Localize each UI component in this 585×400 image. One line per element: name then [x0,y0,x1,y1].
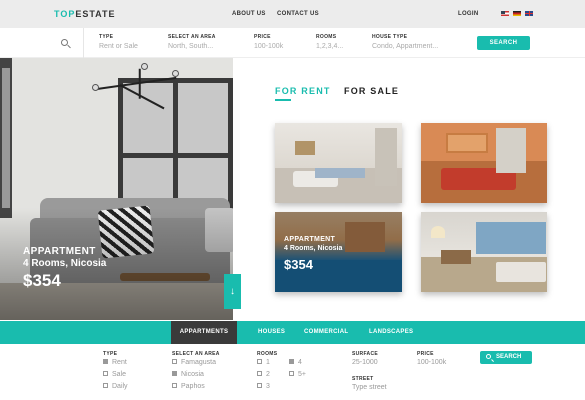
filter-type-option[interactable]: Sale [103,370,127,378]
nav-login-link[interactable]: LOGIN [458,11,479,17]
category-bar: APPARTMENTS HOUSES COMMERCIAL LANDSCAPES [0,321,585,344]
lamp-icon [141,63,148,70]
search-icon-container [44,28,84,58]
checkbox-icon [289,370,294,376]
filter-surface-input[interactable]: 25-1000 [352,359,378,366]
checkbox-icon [172,370,177,376]
search-field-rooms[interactable]: ROOMS 1,2,3,4... [316,34,343,50]
search-field-price[interactable]: PRICE 100-100k [254,34,283,50]
search-icon [61,39,68,46]
hero-title: APPARTMENT [23,246,96,257]
filter-rooms-option[interactable]: 2 [257,370,270,378]
checkbox-icon [289,358,294,364]
filter-option-label: 5+ [298,371,306,378]
filter-option-label: Paphos [181,383,205,390]
filter-area-option[interactable]: Famagusta [172,358,217,366]
hero-price: $354 [23,271,61,290]
scroll-down-button[interactable]: ↓ [224,274,241,309]
search-field-house-type[interactable]: HOUSE TYPE Condo, Appartment... [372,34,438,50]
listing-card[interactable] [421,212,547,292]
search-field-label: PRICE [254,34,271,40]
checkbox-icon [257,358,262,364]
filter-street-label: STREET [352,376,374,382]
category-commercial[interactable]: COMMERCIAL [304,321,348,344]
hero-photo-window-left [0,58,12,218]
category-landscapes[interactable]: LANDSCAPES [369,321,413,344]
search-field-value: Condo, Appartment... [372,43,439,50]
filter-option-label: 4 [298,359,302,366]
category-houses[interactable]: HOUSES [258,321,285,344]
filter-area-option[interactable]: Nicosia [172,370,204,378]
filter-type-option[interactable]: Daily [103,382,128,390]
filter-option-label: 3 [266,383,270,390]
logo[interactable]: TOPESTATE [54,9,116,19]
search-field-area[interactable]: SELECT AN AREA North, South... [168,34,216,50]
filter-search-button[interactable]: SEARCH [480,351,532,364]
listing-card[interactable] [421,123,547,203]
filter-price-input[interactable]: 100-100k [417,359,446,366]
uk-flag-icon[interactable] [525,11,533,16]
filter-street-input[interactable]: Type street [352,384,387,391]
checkbox-icon [257,370,262,376]
radio-icon [103,382,108,388]
filter-rooms-option[interactable]: 3 [257,382,270,390]
search-field-value: Rent or Sale [99,43,138,50]
nav-contact-link[interactable]: CONTACT US [277,11,319,17]
category-appartments[interactable]: APPARTMENTS [171,321,237,344]
filter-option-label: Sale [112,371,127,378]
filter-option-label: 2 [266,371,270,378]
filter-rooms-label: ROOMS [257,351,278,357]
filter-option-label: Rent [112,359,127,366]
search-field-label: ROOMS [316,34,337,40]
checkbox-icon [172,358,177,364]
checkbox-icon [172,382,177,388]
filter-option-label: Daily [112,383,128,390]
search-field-label: SELECT AN AREA [168,34,216,40]
featured-listing-card[interactable]: APPARTMENT 4 Rooms, Nicosia $354 [275,212,402,292]
radio-icon [103,370,108,376]
top-navigation: TOPESTATE ABOUT US CONTACT US LOGIN [0,0,585,28]
filter-rooms-option[interactable]: 4 [289,358,302,366]
filter-type-option[interactable]: Rent [103,358,127,366]
filter-price-label: PRICE [417,351,434,357]
search-field-label: TYPE [99,34,114,40]
us-flag-icon[interactable] [501,11,509,16]
featured-title: APPARTMENT [284,236,336,243]
logo-part-2: ESTATE [75,9,116,19]
search-field-value: North, South... [168,43,214,50]
de-flag-icon[interactable] [513,11,521,16]
tab-for-sale[interactable]: FOR SALE [344,86,399,96]
filter-surface-label: SURFACE [352,351,378,357]
filter-rooms-option[interactable]: 5+ [289,370,306,378]
filter-option-label: 1 [266,359,270,366]
search-field-label: HOUSE TYPE [372,34,408,40]
search-field-value: 100-100k [254,43,284,50]
search-icon [486,354,491,359]
nav-about-link[interactable]: ABOUT US [232,11,266,17]
filter-type-label: TYPE [103,351,118,357]
featured-price: $354 [284,257,313,272]
logo-part-1: TOP [54,9,76,19]
search-button[interactable]: SEARCH [477,36,530,50]
search-field-value: 1,2,3,4... [316,43,344,50]
tab-for-rent[interactable]: FOR RENT [275,86,331,101]
filter-option-label: Famagusta [181,359,217,366]
search-field-type[interactable]: TYPE Rent or Sale [99,34,138,50]
checkbox-icon [257,382,262,388]
listing-card[interactable] [275,123,402,203]
featured-subtitle: 4 Rooms, Nicosia [284,245,343,252]
filter-area-option[interactable]: Paphos [172,382,205,390]
hero-subtitle: 4 Rooms, Nicosia [23,258,107,269]
arrow-down-icon: ↓ [230,286,235,297]
filter-search-button-label: SEARCH [496,354,522,360]
filter-area-label: SELECT AN AREA [172,351,220,357]
filter-option-label: Nicosia [181,371,204,378]
radio-icon [103,358,108,364]
filter-rooms-option[interactable]: 1 [257,358,270,366]
